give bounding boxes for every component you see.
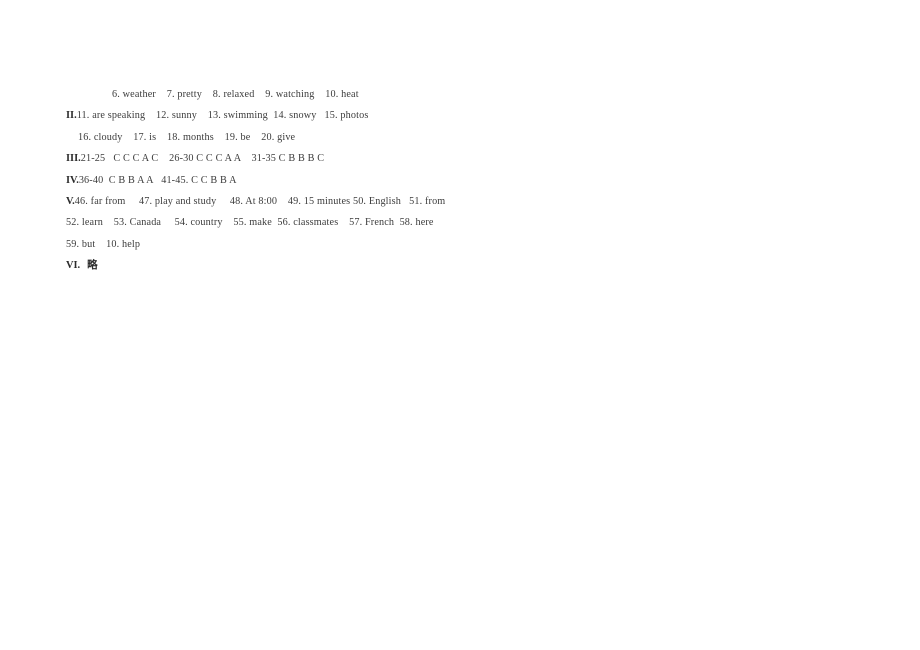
section-marker: VI. [66, 260, 81, 272]
section-marker: IV. [66, 174, 79, 186]
answer-line-text: 略 [87, 259, 98, 272]
answer-line: III.21-25 C C C A C 26-30 C C C A A 31-3… [66, 148, 866, 169]
answer-line: V.46. far from 47. play and study 48. At… [66, 191, 866, 212]
answer-key-body: 6. weather 7. pretty 8. relaxed 9. watch… [66, 84, 866, 277]
answer-line-text: 21-25 C C C A C 26-30 C C C A A 31-35 C … [80, 153, 325, 165]
answer-line-text: 11. are speaking 12. sunny 13. swimming … [76, 110, 369, 122]
answer-line-text: 6. weather 7. pretty 8. relaxed 9. watch… [112, 89, 359, 100]
answer-line: II.11. are speaking 12. sunny 13. swimmi… [66, 105, 866, 126]
section-marker: V. [66, 195, 75, 207]
answer-line-text: 46. far from 47. play and study 48. At 8… [74, 195, 446, 207]
answer-line: VI. 略 [66, 255, 866, 276]
answer-line: 16. cloudy 17. is 18. months 19. be 20. … [66, 127, 866, 148]
answer-line: 52. learn 53. Canada 54. country 55. mak… [66, 212, 866, 233]
section-marker: II. [66, 110, 77, 122]
answer-line-text: 59. but 10. help [66, 238, 141, 250]
answer-line: 6. weather 7. pretty 8. relaxed 9. watch… [66, 84, 866, 105]
answer-line-text: 52. learn 53. Canada 54. country 55. mak… [66, 217, 434, 229]
answer-line-text: 16. cloudy 17. is 18. months 19. be 20. … [78, 131, 296, 143]
answer-line: IV.36-40 C B B A A 41-45. C C B B A [66, 170, 866, 191]
answer-line-text: 36-40 C B B A A 41-45. C C B B A [78, 174, 237, 186]
document-page: 6. weather 7. pretty 8. relaxed 9. watch… [0, 0, 920, 650]
section-marker: III. [66, 153, 81, 165]
answer-line: 59. but 10. help [66, 234, 866, 255]
